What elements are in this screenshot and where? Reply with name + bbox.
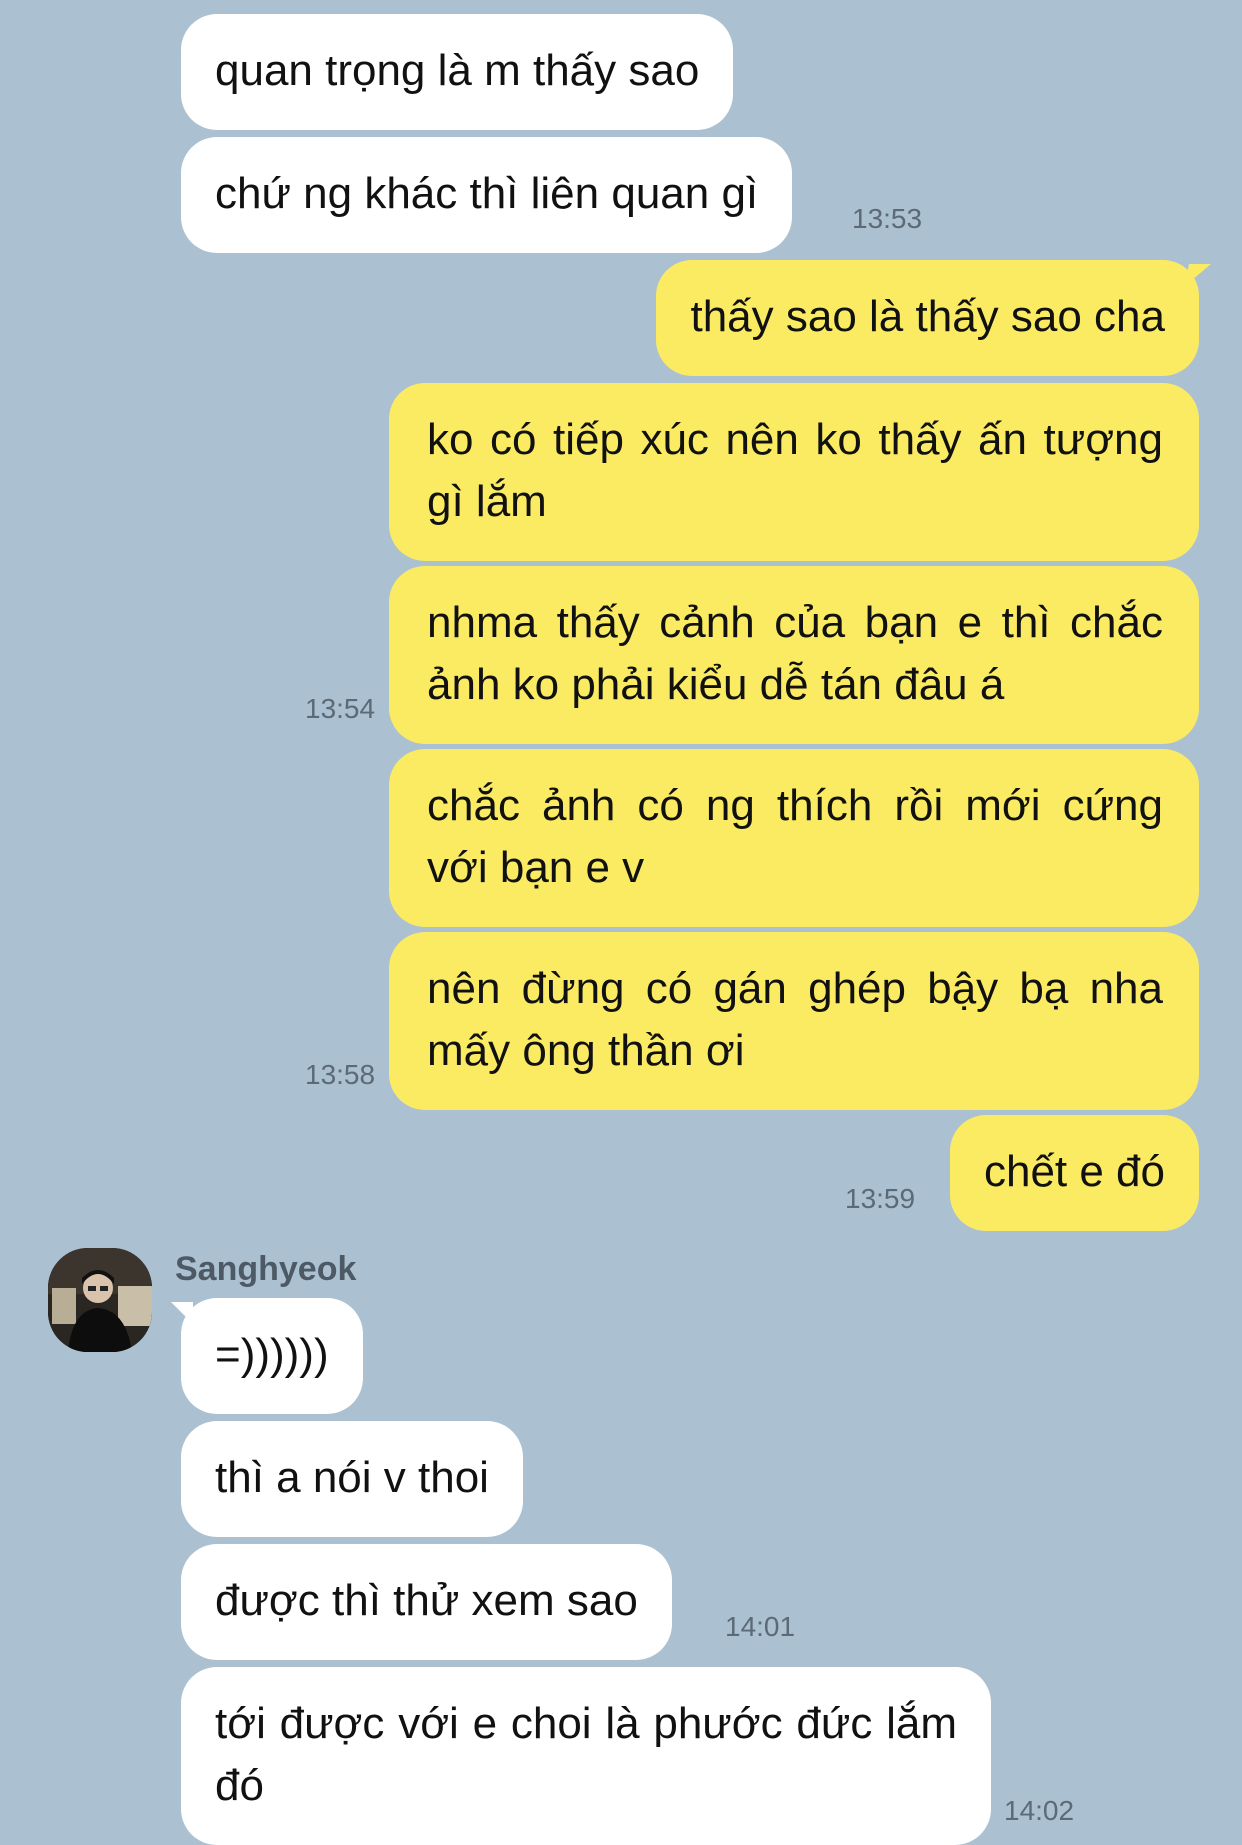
message-bubble-incoming[interactable]: =)))))) <box>171 1298 363 1414</box>
profile-photo-icon[interactable] <box>48 1248 152 1352</box>
sender-name: Sanghyeok <box>175 1250 357 1288</box>
message-timestamp: 14:01 <box>725 1611 796 1642</box>
message-timestamp: 13:53 <box>852 203 923 234</box>
message-bubble-incoming[interactable]: tới được với e choi là phước đức lắm đó <box>181 1667 991 1845</box>
message-bubble-incoming[interactable]: quan trọng là m thấy sao <box>181 14 734 130</box>
message-bubble-outgoing[interactable]: thấy sao là thấy sao cha <box>656 260 1199 376</box>
message-bubble-incoming[interactable]: chứ ng khác thì liên quan gì <box>181 137 793 253</box>
message-timestamp: 14:02 <box>1004 1795 1075 1826</box>
message-timestamp: 13:59 <box>845 1183 916 1214</box>
message-bubble-incoming[interactable]: được thì thử xem sao <box>181 1544 672 1660</box>
message-bubble-outgoing[interactable]: chết e đó <box>949 1115 1199 1231</box>
message-bubble-outgoing[interactable]: ko có tiếp xúc nên ko thấy ấn tượng gì l… <box>389 383 1199 561</box>
message-timestamp: 13:58 <box>305 1059 376 1090</box>
message-bubble-outgoing[interactable]: nên đừng có gán ghép bậy bạ nha mấy ông … <box>389 932 1199 1110</box>
message-bubble-incoming[interactable]: thì a nói v thoi <box>181 1421 523 1537</box>
message-bubble-outgoing[interactable]: nhma thấy cảnh của bạn e thì chắc ảnh ko… <box>389 566 1199 744</box>
message-timestamp: 13:54 <box>305 693 376 724</box>
message-bubble-outgoing[interactable]: chắc ảnh có ng thích rồi mới cứng với bạ… <box>389 749 1199 927</box>
